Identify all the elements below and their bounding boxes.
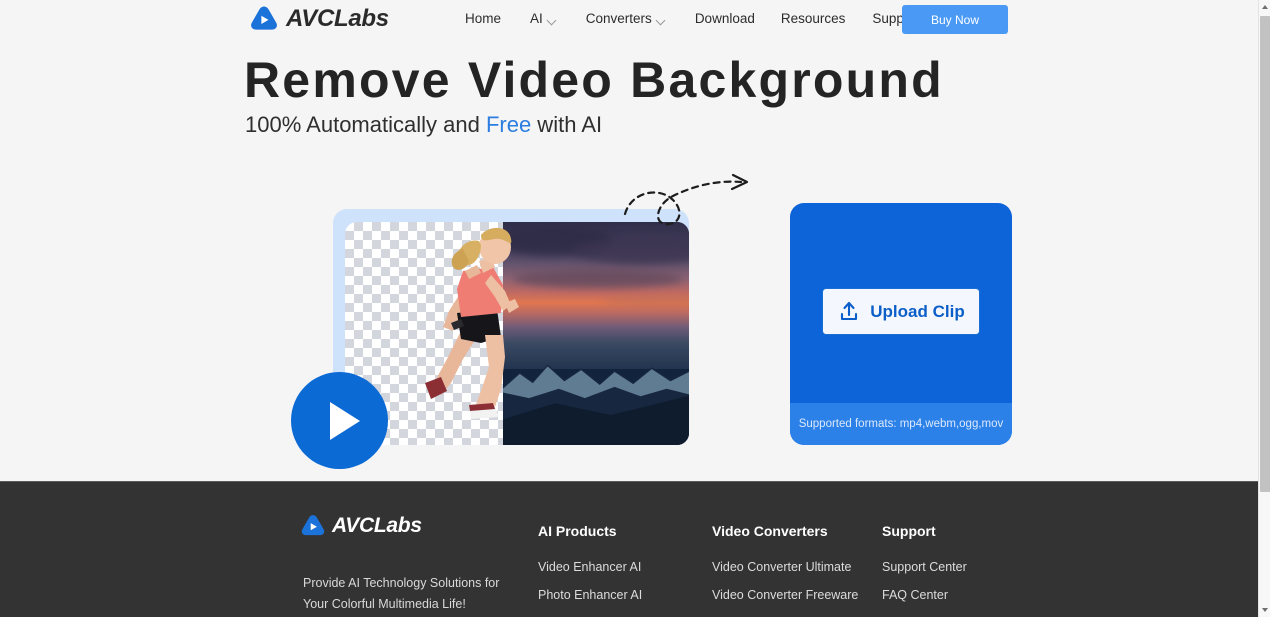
- footer-column-title: Video Converters: [712, 523, 828, 539]
- subtitle-part-1: 100% Automatically and: [245, 112, 486, 137]
- supported-formats-text: Supported formats: mp4,webm,ogg,mov: [798, 418, 1004, 430]
- nav-label-ai: AI: [530, 11, 543, 26]
- nav-item-resources[interactable]: Resources: [781, 11, 846, 26]
- nav-label-converters: Converters: [585, 11, 652, 26]
- upload-icon: [841, 301, 858, 320]
- chevron-down-icon: [548, 17, 556, 22]
- footer-link[interactable]: Photo Enhancer AI: [538, 588, 682, 602]
- nav-item-converters[interactable]: Converters: [586, 11, 665, 26]
- subtitle-accent-free: Free: [485, 112, 532, 137]
- footer-link[interactable]: Video Converter Ultimate: [712, 560, 858, 574]
- scrollbar-thumb[interactable]: [1260, 16, 1270, 492]
- page-viewport: AVCLabs Home AI Converters Download Reso…: [0, 0, 1258, 617]
- upload-panel[interactable]: Upload Clip Supported formats: mp4,webm,…: [790, 203, 1012, 445]
- nav-label-download: Download: [694, 11, 755, 26]
- footer-link[interactable]: FAQ Center: [882, 588, 967, 602]
- footer-tagline: Provide AI Technology Solutions for Your…: [303, 576, 500, 611]
- nav-label-resources: Resources: [780, 11, 846, 26]
- buy-now-button[interactable]: Buy Now: [902, 5, 1008, 34]
- chevron-down-icon: [657, 17, 665, 22]
- video-preview-card: [291, 209, 689, 469]
- cloud-shape: [513, 270, 683, 288]
- footer-logo-text: AVCLabs: [332, 514, 422, 537]
- scroll-up-arrow-icon[interactable]: [1259, 0, 1270, 14]
- scroll-down-arrow-icon[interactable]: [1259, 603, 1270, 617]
- upload-clip-label: Upload Clip: [870, 301, 965, 321]
- nav-item-download[interactable]: Download: [695, 11, 755, 26]
- site-logo-text: AVCLabs: [286, 5, 389, 32]
- footer-logo[interactable]: AVCLabs: [300, 513, 422, 539]
- nav-label-home: Home: [465, 11, 502, 26]
- play-triangle-icon: [330, 401, 360, 440]
- footer-column-title: Support: [882, 523, 936, 539]
- page-subtitle: 100% Automatically and Free with AI: [245, 112, 602, 138]
- page-title: Remove Video Background: [244, 52, 944, 108]
- dashed-arrow-icon: [623, 173, 749, 226]
- nav-item-ai[interactable]: AI: [530, 11, 556, 26]
- runner-photo: [503, 222, 689, 445]
- nav-item-home[interactable]: Home: [465, 11, 501, 26]
- main-nav: Home AI Converters Download Resources Su…: [465, 11, 920, 26]
- avclabs-logo-icon: [301, 515, 325, 536]
- footer-link[interactable]: Support Center: [882, 560, 967, 574]
- site-footer: AVCLabs Provide AI Technology Solutions …: [0, 481, 1258, 617]
- footer-column-video-converters: Video Converters Video Converter Ultimat…: [712, 523, 858, 616]
- vertical-scrollbar[interactable]: [1258, 0, 1270, 617]
- supported-formats-strip: Supported formats: mp4,webm,ogg,mov: [790, 403, 1012, 445]
- avclabs-logo-icon: [251, 6, 277, 30]
- preview-media: [345, 222, 689, 445]
- subtitle-part-2: with AI: [531, 112, 603, 137]
- footer-column-title: AI Products: [538, 523, 617, 539]
- footer-column-support: Support Support Center FAQ Center Contac…: [882, 523, 967, 617]
- upload-clip-button[interactable]: Upload Clip: [822, 288, 980, 335]
- site-header: AVCLabs Home AI Converters Download Reso…: [0, 0, 1258, 42]
- browser-page: AVCLabs Home AI Converters Download Reso…: [0, 0, 1270, 617]
- footer-column-ai-products: AI Products Video Enhancer AI Photo Enha…: [538, 523, 682, 617]
- site-logo[interactable]: AVCLabs: [249, 2, 389, 36]
- footer-link[interactable]: Video Converter Freeware: [712, 588, 858, 602]
- play-button[interactable]: [291, 372, 388, 469]
- footer-link[interactable]: Video Enhancer AI: [538, 560, 682, 574]
